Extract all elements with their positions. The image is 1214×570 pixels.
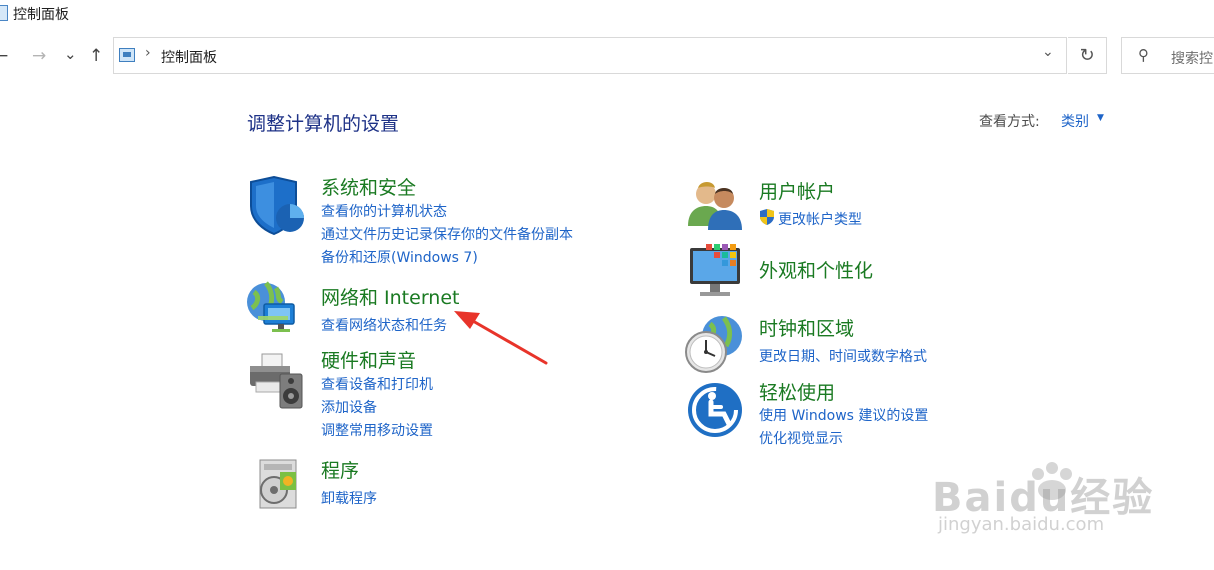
personalization-monitor-icon[interactable] bbox=[686, 242, 746, 302]
title-bar: 控制面板 bbox=[0, 0, 1214, 30]
programs-icon[interactable] bbox=[250, 456, 310, 516]
address-dropdown-button[interactable]: ⌄ bbox=[1042, 44, 1054, 60]
search-icon: ⚲ bbox=[1138, 46, 1149, 64]
network-globe-icon[interactable] bbox=[246, 280, 306, 340]
category-hardware-sound[interactable]: 硬件和声音 bbox=[321, 346, 416, 373]
printer-speaker-icon[interactable] bbox=[246, 352, 306, 412]
back-button[interactable]: ← bbox=[0, 46, 8, 66]
link-file-history-backup[interactable]: 通过文件历史记录保存你的文件备份副本 bbox=[321, 224, 573, 244]
control-panel-icon bbox=[0, 5, 8, 21]
users-icon[interactable] bbox=[686, 178, 746, 238]
category-user-accounts[interactable]: 用户帐户 bbox=[759, 177, 835, 204]
page-title: 调整计算机的设置 bbox=[247, 113, 400, 135]
chevron-down-icon[interactable]: ▼ bbox=[1097, 113, 1104, 123]
category-programs[interactable]: 程序 bbox=[321, 456, 359, 483]
category-clock-region[interactable]: 时钟和区域 bbox=[759, 314, 854, 341]
annotation-arrow-icon bbox=[454, 311, 548, 365]
category-ease-of-access[interactable]: 轻松使用 bbox=[759, 378, 835, 405]
link-optimize-visual-display[interactable]: 优化视觉显示 bbox=[759, 428, 843, 448]
category-system-security[interactable]: 系统和安全 bbox=[321, 173, 416, 200]
uac-shield-icon bbox=[758, 208, 776, 226]
shield-icon[interactable] bbox=[246, 175, 306, 236]
link-backup-restore[interactable]: 备份和还原(Windows 7) bbox=[321, 247, 478, 267]
address-bar[interactable]: › 控制面板 bbox=[113, 37, 1067, 74]
link-add-device[interactable]: 添加设备 bbox=[321, 397, 377, 417]
link-mobility-settings[interactable]: 调整常用移动设置 bbox=[321, 420, 433, 440]
view-by-dropdown[interactable]: 类别 bbox=[1061, 111, 1089, 131]
category-appearance-personalization[interactable]: 外观和个性化 bbox=[759, 256, 873, 283]
view-by-label: 查看方式: bbox=[979, 114, 1040, 130]
link-change-account-type[interactable]: 更改帐户类型 bbox=[778, 209, 862, 229]
forward-button[interactable]: → bbox=[32, 46, 46, 66]
link-recommended-settings[interactable]: 使用 Windows 建议的设置 bbox=[759, 405, 928, 425]
link-network-status-tasks[interactable]: 查看网络状态和任务 bbox=[321, 315, 447, 335]
up-button[interactable]: ↑ bbox=[89, 46, 103, 66]
breadcrumb-control-panel[interactable]: 控制面板 bbox=[161, 47, 217, 67]
link-devices-printers[interactable]: 查看设备和打印机 bbox=[321, 374, 433, 394]
link-change-date-time-format[interactable]: 更改日期、时间或数字格式 bbox=[759, 346, 927, 366]
link-view-computer-status[interactable]: 查看你的计算机状态 bbox=[321, 201, 447, 221]
link-uninstall-program[interactable]: 卸载程序 bbox=[321, 488, 377, 508]
category-network-internet[interactable]: 网络和 Internet bbox=[321, 283, 459, 310]
recent-locations-button[interactable]: ⌄ bbox=[64, 44, 77, 64]
watermark-url: jingyan.baidu.com bbox=[938, 514, 1105, 535]
window-title: 控制面板 bbox=[13, 7, 69, 23]
search-box[interactable]: ⚲ 搜索控 bbox=[1121, 37, 1214, 74]
control-panel-icon bbox=[119, 48, 135, 62]
clock-globe-icon[interactable] bbox=[684, 314, 744, 374]
search-input[interactable]: 搜索控 bbox=[1171, 48, 1213, 68]
ease-of-access-icon[interactable] bbox=[686, 380, 746, 440]
refresh-button[interactable]: ↻ bbox=[1068, 37, 1107, 74]
breadcrumb-separator[interactable]: › bbox=[145, 45, 151, 61]
